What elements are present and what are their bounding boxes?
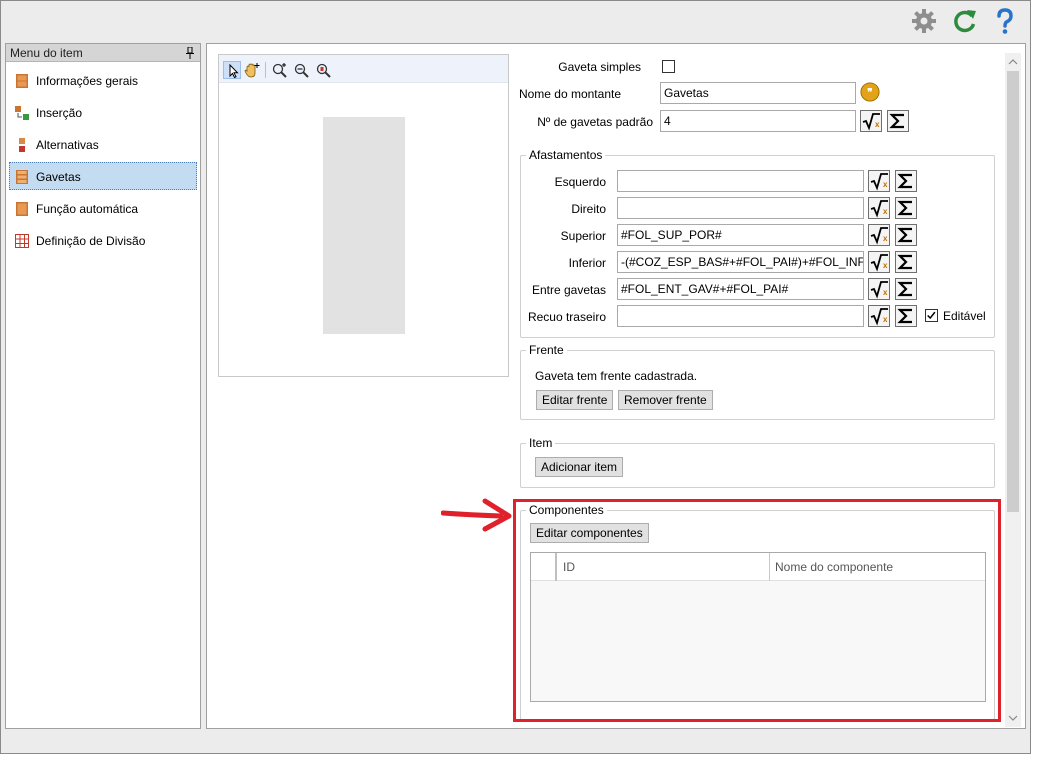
- afastamento-entre-gavetas-input[interactable]: #FOL_ENT_GAV#+#FOL_PAI#: [617, 278, 864, 300]
- componentes-highlight-annotation: [513, 499, 1001, 722]
- checkmark-icon: [927, 311, 936, 320]
- afastamento-esquerdo-label: Esquerdo: [554, 175, 606, 189]
- sidebar-title: Menu do item: [10, 46, 83, 60]
- scroll-up-icon[interactable]: [1008, 57, 1018, 67]
- afastamento-recuo-traseiro-label: Recuo traseiro: [527, 310, 606, 324]
- sidebar-item-label: Função automática: [36, 202, 139, 216]
- top-toolbar: [1, 1, 1030, 41]
- main-window: Menu do item Informações gerais Inserção…: [0, 0, 1031, 754]
- nome-montante-label: Nome do montante: [518, 87, 621, 101]
- preview-toolbar: [219, 55, 508, 83]
- svg-text:x: x: [875, 120, 880, 129]
- afastamento-inferior-input[interactable]: -(#COZ_ESP_BAS#+#FOL_PAI#)+#FOL_INF_F: [617, 251, 864, 273]
- editar-frente-button[interactable]: Editar frente: [536, 390, 614, 410]
- n-gavetas-label: Nº de gavetas padrão: [537, 115, 653, 129]
- red-arrow-annotation: [441, 498, 512, 532]
- auto-function-icon: [15, 202, 29, 216]
- item-menu-sidebar: Menu do item Informações gerais Inserção…: [5, 43, 201, 729]
- sidebar-item-label: Inserção: [36, 106, 83, 120]
- afastamento-direito-label: Direito: [571, 202, 606, 216]
- svg-text:x: x: [883, 315, 888, 324]
- svg-text:❞: ❞: [867, 88, 872, 99]
- afastamento-superior-input[interactable]: #FOL_SUP_POR#: [617, 224, 864, 246]
- sidebar-header: Menu do item: [6, 44, 200, 62]
- editavel-label: Editável: [943, 309, 986, 323]
- vertical-scrollbar[interactable]: [1005, 53, 1021, 727]
- sidebar-item-funcao-automatica[interactable]: Função automática: [9, 194, 197, 222]
- sum-sigma-icon[interactable]: [895, 224, 917, 246]
- gear-icon[interactable]: [910, 7, 938, 35]
- nome-montante-input[interactable]: Gavetas: [660, 82, 856, 104]
- sum-sigma-icon[interactable]: [895, 251, 917, 273]
- zoom-fit-icon[interactable]: [315, 61, 333, 79]
- svg-text:x: x: [883, 180, 888, 189]
- cabinet-icon: [15, 74, 29, 88]
- formula-sqrt-icon[interactable]: x: [868, 170, 890, 192]
- pin-icon[interactable]: [186, 46, 194, 59]
- formula-sqrt-icon[interactable]: x: [868, 197, 890, 219]
- refresh-icon[interactable]: [951, 7, 979, 35]
- sidebar-item-label: Alternativas: [36, 138, 99, 152]
- scrollbar-thumb[interactable]: [1007, 71, 1019, 512]
- insert-icon: [15, 106, 29, 120]
- frente-title: Frente: [526, 343, 567, 357]
- afastamento-inferior-label: Inferior: [568, 256, 606, 270]
- afastamentos-title: Afastamentos: [526, 148, 606, 162]
- sidebar-item-label: Definição de Divisão: [36, 234, 146, 248]
- sum-sigma-icon[interactable]: [895, 305, 917, 327]
- sidebar-item-alternativas[interactable]: Alternativas: [9, 130, 197, 158]
- sidebar-item-label: Informações gerais: [36, 74, 139, 88]
- sidebar-item-informacoes-gerais[interactable]: Informações gerais: [9, 66, 197, 94]
- sidebar-item-definicao-divisao[interactable]: Definição de Divisão: [9, 226, 197, 254]
- sidebar-item-insercao[interactable]: Inserção: [9, 98, 197, 126]
- toolbar-separator: [265, 62, 266, 78]
- sidebar-item-label: Gavetas: [36, 170, 81, 184]
- select-arrow-icon[interactable]: [223, 61, 241, 79]
- editavel-checkbox[interactable]: [925, 309, 938, 322]
- frente-status-text: Gaveta tem frente cadastrada.: [535, 369, 698, 383]
- n-gavetas-input[interactable]: 4: [660, 110, 856, 132]
- sum-sigma-icon[interactable]: [887, 110, 909, 132]
- grid-division-icon: [15, 234, 29, 248]
- sum-sigma-icon[interactable]: [895, 197, 917, 219]
- svg-text:x: x: [883, 207, 888, 216]
- sum-sigma-icon[interactable]: [895, 278, 917, 300]
- afastamento-direito-input[interactable]: [617, 197, 864, 219]
- formula-sqrt-icon[interactable]: x: [868, 251, 890, 273]
- zoom-in-icon[interactable]: [271, 61, 289, 79]
- help-icon[interactable]: [991, 7, 1019, 35]
- afastamento-recuo-traseiro-input[interactable]: [617, 305, 864, 327]
- sidebar-item-gavetas[interactable]: Gavetas: [9, 162, 197, 190]
- formula-sqrt-icon[interactable]: x: [860, 110, 882, 132]
- zoom-out-icon[interactable]: [293, 61, 311, 79]
- adicionar-item-button[interactable]: Adicionar item: [535, 457, 624, 477]
- sum-sigma-icon[interactable]: [895, 170, 917, 192]
- afastamento-superior-label: Superior: [560, 229, 606, 243]
- alternatives-icon: [15, 138, 29, 152]
- pan-hand-icon[interactable]: [243, 61, 261, 79]
- svg-text:x: x: [883, 234, 888, 243]
- translate-bubble-icon[interactable]: ❞: [860, 82, 882, 104]
- svg-text:x: x: [883, 288, 888, 297]
- formula-sqrt-icon[interactable]: x: [868, 278, 890, 300]
- item-title: Item: [526, 436, 556, 450]
- formula-sqrt-icon[interactable]: x: [868, 224, 890, 246]
- drawer-preview: [218, 54, 509, 377]
- scroll-down-icon[interactable]: [1008, 713, 1018, 723]
- svg-text:x: x: [883, 261, 888, 270]
- afastamento-esquerdo-input[interactable]: [617, 170, 864, 192]
- drawers-icon: [15, 170, 29, 184]
- formula-sqrt-icon[interactable]: x: [868, 305, 890, 327]
- afastamento-entre-gavetas-label: Entre gavetas: [531, 283, 606, 297]
- gaveta-simples-checkbox[interactable]: [662, 60, 675, 73]
- remover-frente-button[interactable]: Remover frente: [618, 390, 713, 410]
- gaveta-simples-label: Gaveta simples: [558, 60, 641, 74]
- drawer-preview-shape: [323, 117, 405, 334]
